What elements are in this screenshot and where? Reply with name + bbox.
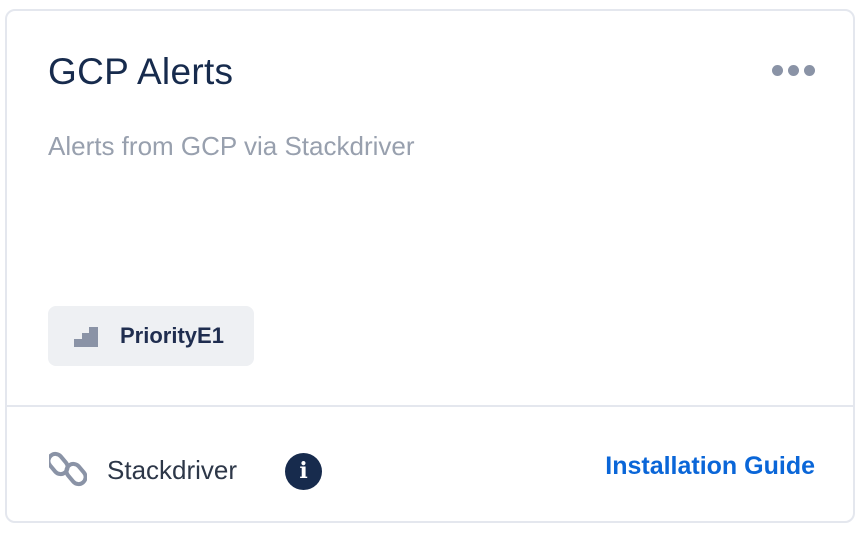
more-horizontal-icon	[772, 65, 783, 76]
card-divider	[7, 405, 853, 407]
more-options-button[interactable]	[772, 65, 815, 76]
card-description: Alerts from GCP via Stackdriver	[48, 131, 415, 161]
more-horizontal-icon-dot	[804, 65, 815, 76]
installation-guide-link[interactable]: Installation Guide	[605, 452, 815, 481]
card-title: GCP Alerts	[48, 51, 234, 92]
priority-tag: PriorityE1	[48, 306, 254, 366]
priority-label: PriorityE1	[120, 323, 224, 348]
integration-name: Stackdriver	[107, 455, 238, 485]
link-chain-icon	[49, 451, 87, 487]
priority-steps-icon	[74, 327, 98, 347]
info-icon[interactable]: i	[285, 453, 322, 490]
alert-card: GCP Alerts Alerts from GCP via Stackdriv…	[5, 9, 855, 523]
more-horizontal-icon-dot	[788, 65, 799, 76]
